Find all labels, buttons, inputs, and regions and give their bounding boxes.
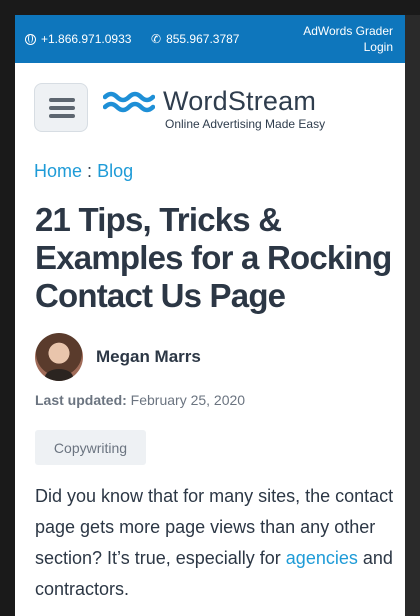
article-intro: Did you know that for many sites, the co… xyxy=(35,481,395,605)
phone-secondary-text: 855.967.3787 xyxy=(166,32,240,46)
adwords-grader-link[interactable]: AdWords Grader xyxy=(273,23,393,39)
hamburger-icon xyxy=(49,98,75,102)
breadcrumb-home-link[interactable]: Home xyxy=(34,161,82,181)
phone-primary-text: +1.866.971.0933 xyxy=(41,32,132,46)
phone-link-primary[interactable]: +1.866.971.0933 xyxy=(25,32,131,46)
last-updated-label: Last updated: xyxy=(35,392,127,408)
author-byline: Megan Marrs xyxy=(35,333,201,381)
category-tag[interactable]: Copywriting xyxy=(35,430,146,465)
scrollbar-track[interactable] xyxy=(405,15,420,616)
login-link[interactable]: Login xyxy=(273,39,393,55)
author-avatar xyxy=(35,333,83,381)
logo-tagline: Online Advertising Made Easy xyxy=(165,117,326,131)
article-title: 21 Tips, Tricks & Examples for a Rocking… xyxy=(35,201,392,314)
breadcrumb: Home : Blog xyxy=(34,161,133,182)
wordstream-waves-icon xyxy=(103,91,155,113)
breadcrumb-separator: : xyxy=(87,161,93,181)
phone-icon: ✆ xyxy=(151,32,162,46)
browser-viewport: +1.866.971.0933 ✆ 855.967.3787 AdWords G… xyxy=(15,15,405,616)
breadcrumb-blog-link[interactable]: Blog xyxy=(97,161,133,181)
author-name[interactable]: Megan Marrs xyxy=(96,347,201,367)
grader-login-links: AdWords Grader Login xyxy=(273,23,393,55)
globe-icon xyxy=(25,33,36,45)
site-logo[interactable]: WordStream Online Advertising Made Easy xyxy=(103,87,325,131)
agencies-link[interactable]: agencies xyxy=(286,548,358,568)
last-updated-date: February 25, 2020 xyxy=(130,392,246,408)
last-updated: Last updated: February 25, 2020 xyxy=(35,392,245,408)
logo-name: WordStream xyxy=(163,86,317,116)
phone-link-secondary[interactable]: ✆ 855.967.3787 xyxy=(151,32,239,46)
hamburger-menu-button[interactable] xyxy=(34,83,88,132)
top-contact-bar: +1.866.971.0933 ✆ 855.967.3787 AdWords G… xyxy=(15,15,405,63)
